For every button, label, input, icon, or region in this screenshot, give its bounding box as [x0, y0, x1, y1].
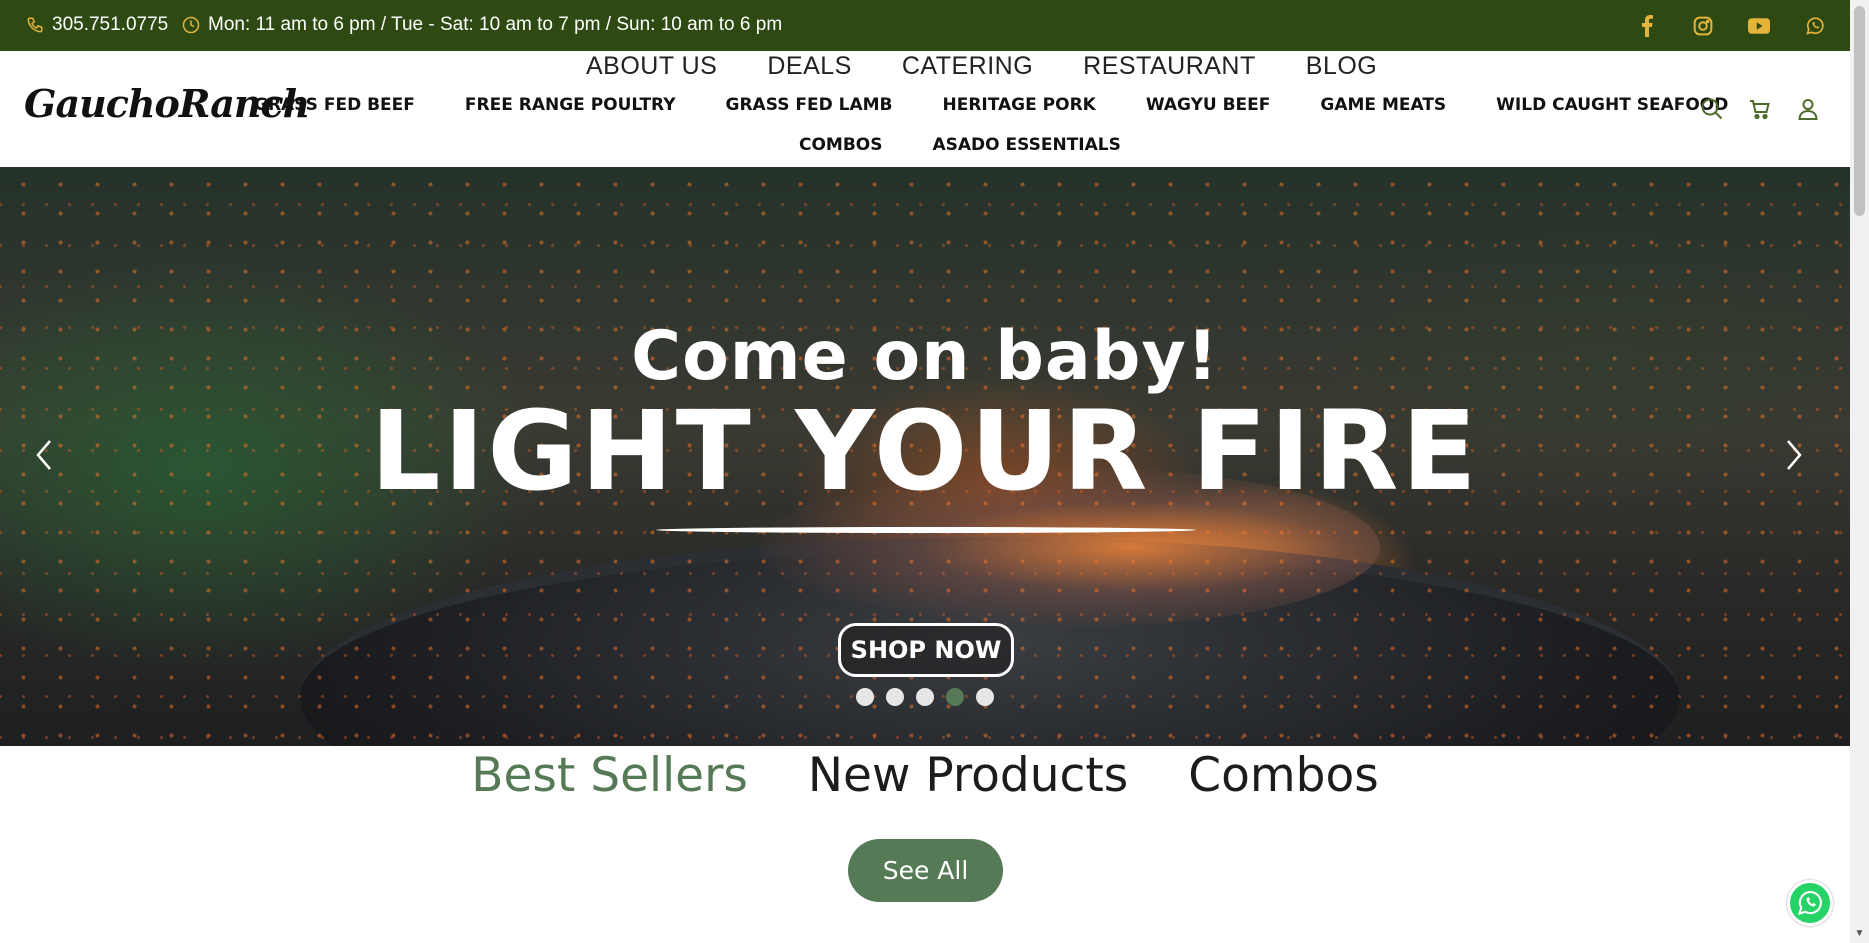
tab-new-products[interactable]: New Products: [808, 746, 1128, 806]
slider-dots: [856, 688, 994, 706]
store-hours: Mon: 11 am to 6 pm / Tue - Sat: 10 am to…: [208, 14, 783, 35]
slider-dot-2[interactable]: [886, 688, 904, 706]
clock-icon: [182, 16, 200, 34]
hero-underline: [656, 527, 1196, 533]
scrollbar-thumb[interactable]: [1854, 6, 1865, 216]
nav-restaurant[interactable]: RESTAURANT: [1083, 51, 1256, 80]
category-nav: GRASS FED BEEF FREE RANGE POULTRY GRASS …: [254, 95, 1728, 115]
youtube-icon[interactable]: [1746, 13, 1772, 39]
site-header: GauchoRanch ABOUT US DEALS CATERING REST…: [0, 51, 1850, 167]
top-bar: 305.751.0775 Mon: 11 am to 6 pm / Tue - …: [0, 0, 1850, 51]
hero-slider: Come on baby! LIGHT YOUR FIRE SHOP NOW: [0, 167, 1850, 746]
category-free-range-poultry[interactable]: FREE RANGE POULTRY: [465, 95, 676, 115]
category-heritage-pork[interactable]: HERITAGE PORK: [942, 95, 1095, 115]
hero-subtitle: Come on baby!: [631, 317, 1219, 396]
chevron-left-icon[interactable]: [32, 435, 56, 475]
category-grass-fed-beef[interactable]: GRASS FED BEEF: [254, 95, 415, 115]
instagram-icon[interactable]: [1690, 13, 1716, 39]
page-scrollbar[interactable]: ▼: [1850, 0, 1869, 943]
scroll-down-icon[interactable]: ▼: [1854, 928, 1865, 939]
see-all-button[interactable]: See All: [848, 839, 1003, 902]
phone-number[interactable]: 305.751.0775: [52, 14, 168, 36]
slider-dot-5[interactable]: [976, 688, 994, 706]
chevron-right-icon[interactable]: [1782, 435, 1806, 475]
search-icon[interactable]: [1700, 97, 1724, 121]
tab-best-sellers[interactable]: Best Sellers: [471, 746, 748, 806]
top-nav: ABOUT US DEALS CATERING RESTAURANT BLOG: [586, 51, 1377, 80]
product-tabs: Best Sellers New Products Combos: [0, 746, 1850, 806]
slider-dot-4[interactable]: [946, 688, 964, 706]
slider-dot-3[interactable]: [916, 688, 934, 706]
category-asado-essentials[interactable]: ASADO ESSENTIALS: [933, 135, 1121, 155]
social-links: [1634, 13, 1828, 39]
phone-info[interactable]: 305.751.0775: [26, 14, 168, 36]
phone-icon: [26, 16, 44, 34]
category-grass-fed-lamb[interactable]: GRASS FED LAMB: [726, 95, 893, 115]
hours-info: Mon: 11 am to 6 pm / Tue - Sat: 10 am to…: [182, 14, 782, 36]
facebook-icon[interactable]: [1634, 13, 1660, 39]
whatsapp-icon[interactable]: [1802, 13, 1828, 39]
category-nav-row2: COMBOS ASADO ESSENTIALS: [799, 135, 1121, 155]
category-combos[interactable]: COMBOS: [799, 135, 883, 155]
hero-title: LIGHT YOUR FIRE: [370, 387, 1480, 515]
nav-deals[interactable]: DEALS: [767, 51, 851, 80]
nav-catering[interactable]: CATERING: [902, 51, 1033, 80]
tab-combos[interactable]: Combos: [1188, 746, 1378, 806]
header-icons: [1700, 97, 1820, 121]
category-wild-caught-seafood[interactable]: WILD CAUGHT SEAFOOD: [1496, 95, 1728, 115]
cart-icon[interactable]: [1748, 97, 1772, 121]
category-game-meats[interactable]: GAME MEATS: [1320, 95, 1446, 115]
slider-dot-1[interactable]: [856, 688, 874, 706]
shop-now-button[interactable]: SHOP NOW: [838, 623, 1014, 677]
user-icon[interactable]: [1796, 97, 1820, 121]
category-wagyu-beef[interactable]: WAGYU BEEF: [1146, 95, 1271, 115]
nav-about-us[interactable]: ABOUT US: [586, 51, 717, 80]
nav-blog[interactable]: BLOG: [1306, 51, 1377, 80]
whatsapp-chat-icon[interactable]: [1787, 880, 1833, 926]
